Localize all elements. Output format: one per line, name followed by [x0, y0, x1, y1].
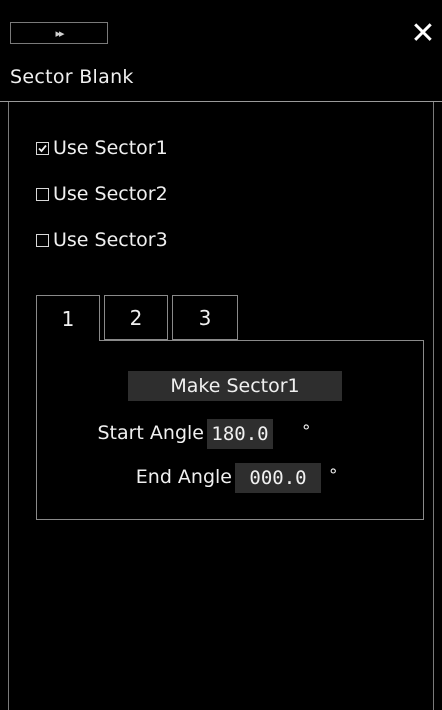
tab-label: 2 — [129, 305, 143, 330]
degree-unit: ° — [302, 422, 311, 442]
page-title: Sector Blank — [10, 66, 134, 88]
frame-left-border — [8, 102, 9, 710]
close-button[interactable]: ✕ — [408, 19, 438, 49]
use-sector3-checkbox[interactable]: Use Sector3 — [36, 227, 168, 253]
double-chevron-right-icon: ▸▸ — [55, 26, 64, 40]
checkbox-unchecked-icon — [36, 233, 49, 247]
use-sector1-checkbox[interactable]: Use Sector1 — [36, 135, 168, 161]
expand-button[interactable]: ▸▸ — [10, 22, 108, 44]
tab-sector-3[interactable]: 3 — [172, 295, 238, 340]
tab-sector-1[interactable]: 1 — [36, 295, 100, 341]
title-bar: ▸▸ ✕ — [0, 0, 442, 49]
end-angle-input[interactable]: 000.0 — [235, 463, 321, 493]
tab-label: 3 — [198, 305, 212, 330]
use-sector1-label: Use Sector1 — [53, 137, 168, 159]
page-header: Sector Blank — [0, 52, 442, 102]
degree-unit: ° — [329, 466, 338, 486]
tab-sector-2[interactable]: 2 — [104, 295, 168, 340]
start-angle-label: Start Angle — [97, 422, 204, 444]
start-angle-input[interactable]: 180.0 — [207, 419, 273, 449]
use-sector2-label: Use Sector2 — [53, 183, 168, 205]
frame-right-border — [433, 102, 434, 710]
make-sector-button[interactable]: Make Sector1 — [128, 371, 342, 401]
checkbox-unchecked-icon — [36, 187, 49, 201]
close-icon: ✕ — [410, 16, 436, 51]
use-sector2-checkbox[interactable]: Use Sector2 — [36, 181, 168, 207]
tab-label: 1 — [61, 306, 75, 331]
checkbox-checked-icon — [36, 141, 49, 155]
end-angle-label: End Angle — [135, 466, 232, 488]
use-sector3-label: Use Sector3 — [53, 229, 168, 251]
